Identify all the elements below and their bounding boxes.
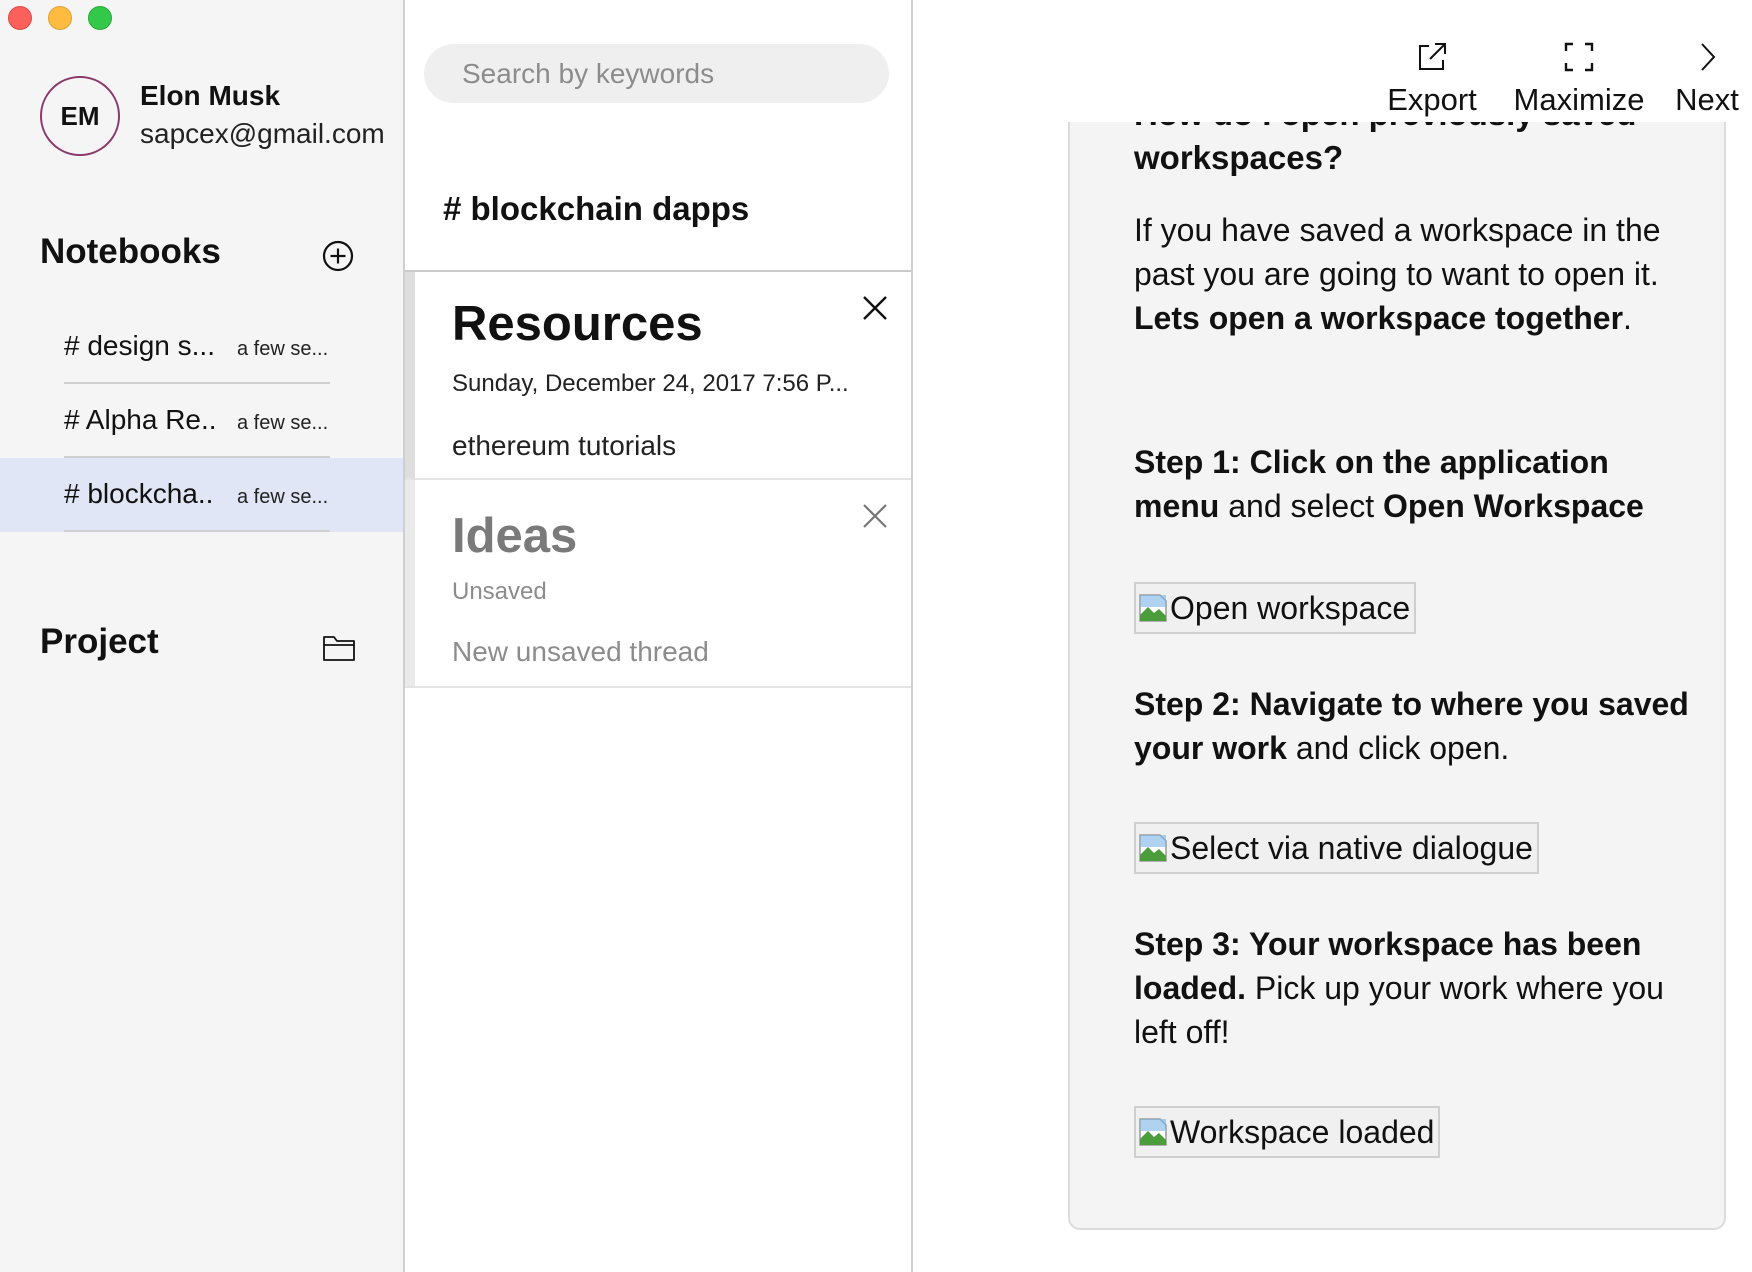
step-1: Step 1: Click on the application menu an…	[1134, 440, 1700, 528]
broken-image: Select via native dialogue	[1134, 822, 1539, 874]
user-name: Elon Musk	[140, 80, 281, 111]
avatar[interactable]: EM	[40, 76, 120, 156]
notebook-heading: # blockchain dapps	[443, 190, 750, 227]
thread-status: Unsaved	[452, 578, 547, 605]
document-intro: If you have saved a workspace in the pas…	[1134, 208, 1700, 340]
document-heading: How do I open previously saved	[1134, 122, 1700, 136]
close-icon	[863, 504, 887, 528]
search-input[interactable]: Search by keywords	[424, 44, 889, 103]
project-title: Project	[40, 622, 159, 661]
image-alt-text: Workspace loaded	[1170, 1113, 1435, 1150]
export-button[interactable]: Export	[1372, 40, 1492, 118]
toolbar: Export Maximize Next	[913, 0, 1752, 122]
thread-accent-bar	[405, 480, 415, 686]
divider	[64, 530, 330, 532]
broken-image-icon	[1139, 1118, 1167, 1146]
close-thread-button[interactable]	[861, 502, 889, 530]
folder-icon	[323, 636, 355, 661]
maximize-label: Maximize	[1513, 82, 1645, 117]
thread-card[interactable]: Resources Sunday, December 24, 2017 7:56…	[405, 272, 911, 480]
intro-text: If you have saved a workspace in the pas…	[1134, 212, 1661, 292]
step-2-text: and click open.	[1286, 730, 1510, 766]
sidebar-item-notebook[interactable]: # Alpha Re.. a few se...	[0, 384, 403, 458]
close-window-button[interactable]	[8, 6, 32, 30]
notebook-time: a few se...	[237, 486, 329, 508]
thread-list-panel: Search by keywords # blockchain dapps Re…	[405, 0, 913, 1272]
thread-subtitle: ethereum tutorials	[452, 430, 677, 461]
thread-content[interactable]: How do I open previously saved workspace…	[1068, 122, 1726, 1230]
plus-circle-icon	[322, 240, 354, 272]
thread-card[interactable]: Ideas Unsaved New unsaved thread	[405, 480, 911, 688]
broken-image: Open workspace	[1134, 582, 1417, 634]
broken-image: Workspace loaded	[1134, 1106, 1441, 1158]
intro-end: .	[1623, 300, 1632, 336]
export-label: Export	[1387, 82, 1477, 117]
add-notebook-button[interactable]	[322, 240, 354, 272]
chevron-right-icon	[1701, 43, 1716, 71]
maximize-button[interactable]: Maximize	[1504, 40, 1654, 118]
next-button[interactable]: Next	[1668, 40, 1746, 118]
sidebar-item-notebook-active[interactable]: # blockcha.. a few se...	[0, 458, 403, 532]
document-heading: workspaces?	[1134, 139, 1344, 176]
notebook-name: # design s...	[64, 330, 215, 361]
minimize-window-button[interactable]	[48, 6, 72, 30]
next-label: Next	[1675, 82, 1739, 117]
intro-bold-text: Lets open a workspace together	[1134, 300, 1624, 336]
thread-accent-bar	[405, 272, 415, 478]
export-icon	[1419, 43, 1446, 70]
step-1-bold-2: Open Workspace	[1383, 488, 1644, 524]
close-icon	[863, 296, 887, 320]
close-thread-button[interactable]	[861, 294, 889, 322]
open-project-button[interactable]	[322, 632, 356, 662]
thread-title: Resources	[452, 297, 703, 351]
broken-image-icon	[1139, 594, 1167, 622]
sidebar-item-notebook[interactable]: # design s... a few se...	[0, 310, 403, 384]
image-alt-text: Select via native dialogue	[1170, 829, 1533, 866]
notebook-name: # blockcha..	[64, 478, 214, 509]
step-1-text: and select	[1219, 488, 1383, 524]
maximize-icon	[1564, 42, 1594, 72]
notebooks-title: Notebooks	[40, 232, 221, 271]
zoom-window-button[interactable]	[88, 6, 112, 30]
step-3: Step 3: Your workspace has been loaded. …	[1134, 922, 1700, 1054]
user-email: sapcex@gmail.com	[140, 118, 385, 149]
image-alt-text: Open workspace	[1170, 589, 1411, 626]
thread-subtitle: New unsaved thread	[452, 636, 709, 667]
notebook-time: a few se...	[237, 338, 329, 360]
thread-date: Sunday, December 24, 2017 7:56 P...	[452, 370, 849, 397]
sidebar: EM Elon Musk sapcex@gmail.com Notebooks …	[0, 0, 405, 1272]
thread-title: Ideas	[452, 509, 578, 563]
broken-image-icon	[1139, 834, 1167, 862]
notebook-name: # Alpha Re..	[64, 404, 217, 435]
notebook-time: a few se...	[237, 412, 329, 434]
step-2: Step 2: Navigate to where you saved your…	[1134, 682, 1700, 770]
